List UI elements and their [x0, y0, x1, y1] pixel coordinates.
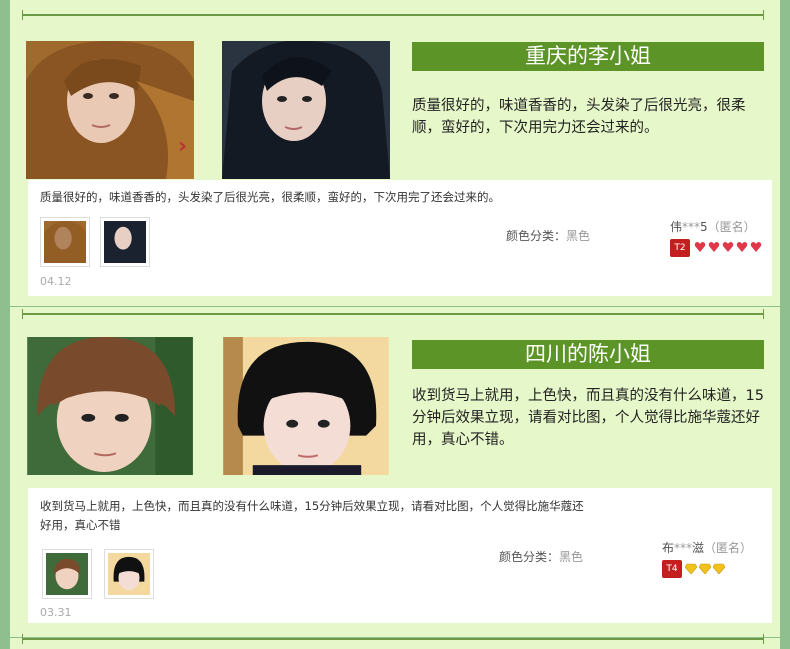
reviewer-name: 伟***5（匿名）: [670, 218, 756, 235]
reviewer-title: 四川的陈小姐: [412, 340, 764, 369]
review-quote: 质量很好的，味道香香的，头发染了后很光亮，很柔顺，蛮好的，下次用完力还会过来的。: [412, 98, 746, 136]
username-prefix: 布: [662, 541, 675, 555]
member-level-badge: T2: [670, 239, 690, 257]
color-category-label: 颜色分类：: [499, 550, 560, 564]
red-heart-gem-icon: [750, 242, 762, 252]
review-text: 收到货马上就用，上色快，而且真的没有什么味道，15分钟后效果立现，请看对比图，个…: [40, 499, 584, 532]
divider: [22, 634, 764, 644]
username-prefix: 伟: [670, 220, 683, 234]
color-category-value: 黑色: [559, 550, 584, 564]
thumbnail-image: [104, 221, 146, 263]
red-heart-gem-icon: [694, 242, 706, 252]
review-thumbnail[interactable]: [104, 549, 154, 599]
username-mask: ***: [682, 220, 701, 234]
review-card: 质量很好的，味道香香的，头发染了后很光亮，很柔顺，蛮好的，下次用完了还会过来的。…: [28, 180, 772, 296]
color-category-value: 黑色: [566, 229, 591, 243]
after-photo: [222, 41, 390, 179]
review-thumbnail[interactable]: [42, 549, 92, 599]
review-date: 03.31: [40, 606, 72, 619]
portrait-image: [27, 337, 193, 475]
review-text: 质量很好的，味道香香的，头发染了后很光亮，很柔顺，蛮好的，下次用完了还会过来的。: [40, 190, 500, 204]
review-thumbnail[interactable]: [40, 217, 90, 267]
divider: [22, 10, 764, 20]
review-panel-2: 四川的陈小姐 收到货马上就用，上色快，而且真的没有什么味道，15分钟后效果立现，…: [10, 307, 780, 637]
username-suffix: 滋: [692, 541, 705, 555]
thumbnail-image: [44, 221, 86, 263]
portrait-image: [222, 41, 390, 179]
yellow-diamond-icon: [713, 563, 725, 574]
review-date: 04.12: [40, 275, 72, 288]
thumbnail-image: [46, 553, 88, 595]
review-quote: 收到货马上就用，上色快，而且真的没有什么味道，15分钟后效果立现，请看对比图，个…: [412, 388, 764, 448]
red-heart-gem-icon: [708, 242, 720, 252]
review-thumbnail[interactable]: [100, 217, 150, 267]
red-heart-gem-icon: [736, 242, 748, 252]
portrait-image: [26, 41, 194, 179]
color-category: 颜色分类：黑色: [499, 548, 583, 565]
review-panel-3: [10, 634, 780, 649]
red-heart-gem-icon: [722, 242, 734, 252]
yellow-diamond-icon: [699, 563, 711, 574]
review-panel-1: › 重庆的李小姐 质量很好的，味道香香的，头发染了后很光亮，很柔顺，蛮好的，下次…: [10, 0, 780, 306]
credit-level-icons: [685, 563, 725, 574]
anonymous-tag: （匿名）: [704, 541, 753, 555]
before-photo: [26, 337, 194, 475]
next-arrow-icon[interactable]: ›: [178, 134, 187, 159]
username-mask: ***: [674, 541, 693, 555]
reviewer-name: 布***滋（匿名）: [662, 539, 752, 556]
review-card: 收到货马上就用，上色快，而且真的没有什么味道，15分钟后效果立现，请看对比图，个…: [28, 488, 772, 623]
thumbnail-image: [108, 553, 150, 595]
color-category-label: 颜色分类：: [506, 229, 567, 243]
color-category: 颜色分类：黑色: [506, 227, 590, 244]
yellow-diamond-icon: [685, 563, 697, 574]
before-photo: [26, 41, 194, 179]
reviewer-title: 重庆的李小姐: [412, 42, 764, 71]
anonymous-tag: （匿名）: [707, 220, 756, 234]
member-level-badge: T4: [662, 560, 682, 578]
divider: [22, 309, 764, 319]
credit-level-icons: [694, 241, 762, 253]
portrait-image: [223, 337, 389, 475]
after-photo: [222, 337, 390, 475]
username-suffix: 5: [700, 220, 708, 234]
